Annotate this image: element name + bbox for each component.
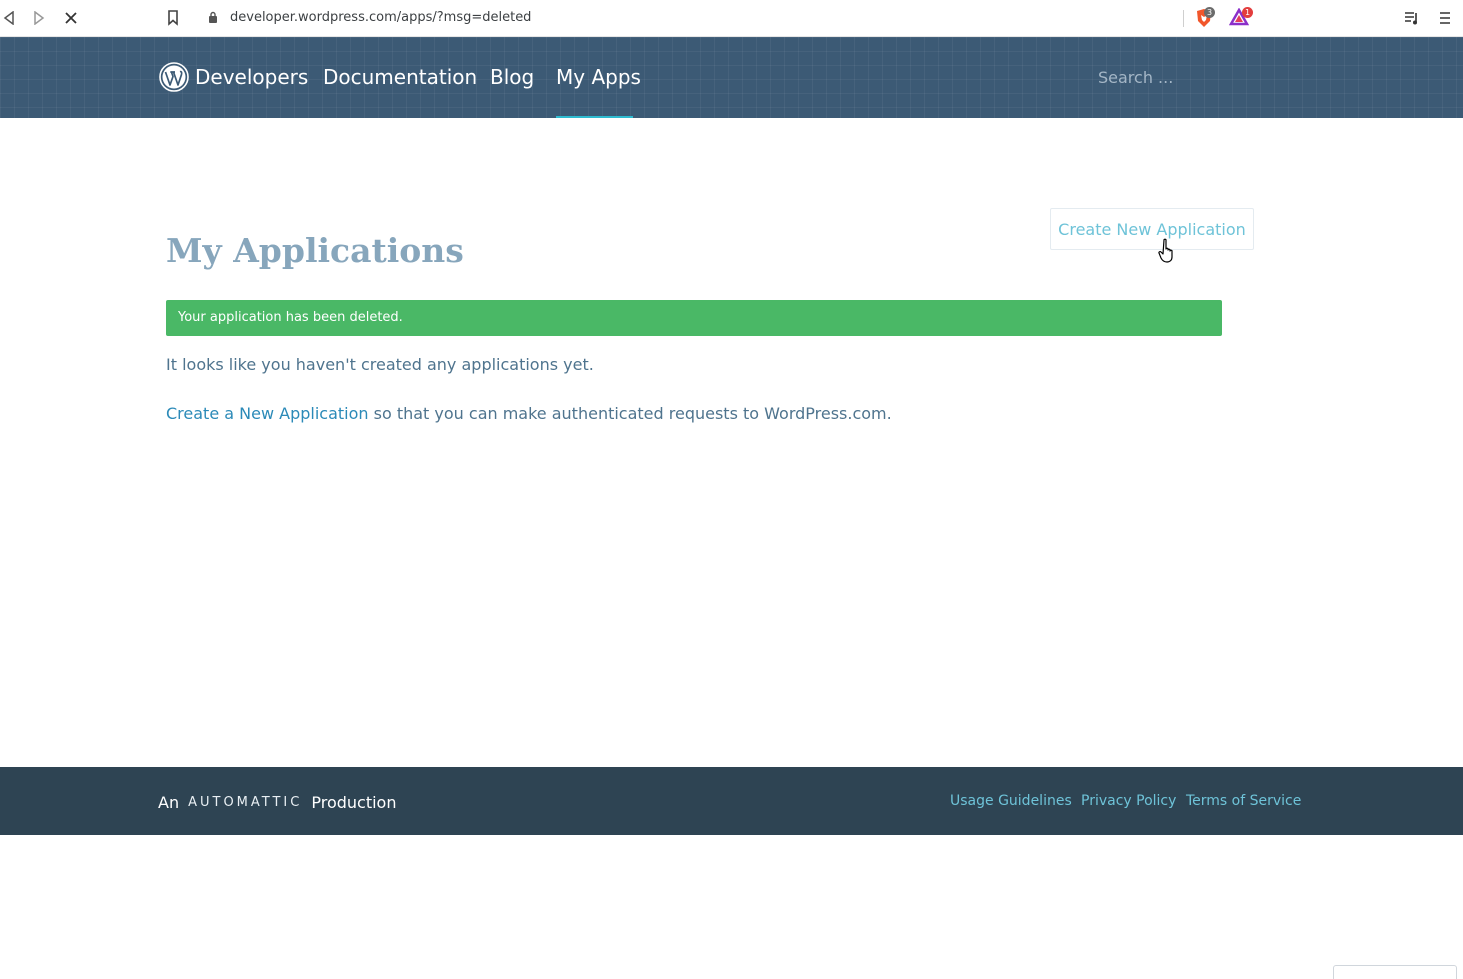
empty-state-message: It looks like you haven't created any ap…	[166, 355, 594, 374]
brave-shields-icon[interactable]: 3	[1195, 7, 1216, 28]
brave-rewards-badge: 1	[1242, 7, 1254, 18]
hand-cursor-icon	[1158, 238, 1176, 264]
footer-link-privacy-policy[interactable]: Privacy Policy	[1081, 793, 1176, 809]
nav-documentation[interactable]: Documentation	[323, 65, 477, 89]
footer-credit: An AUTOMATTIC Production	[158, 793, 396, 812]
automattic-wordmark[interactable]: AUTOMATTIC	[188, 795, 302, 810]
search-input[interactable]	[1098, 65, 1298, 89]
cta-text: so that you can make authenticated reque…	[368, 404, 892, 423]
brave-shields-badge: 3	[1204, 7, 1216, 18]
playlist-icon[interactable]	[1404, 10, 1420, 26]
page-title: My Applications	[166, 231, 464, 270]
toolbar-divider	[1183, 10, 1184, 27]
footer-link-terms-of-service[interactable]: Terms of Service	[1186, 793, 1301, 809]
nav-my-apps[interactable]: My Apps	[556, 65, 641, 89]
cta-sentence: Create a New Application so that you can…	[166, 404, 892, 423]
footer-suffix: Production	[311, 793, 397, 812]
forward-icon[interactable]	[30, 9, 48, 27]
create-new-application-button[interactable]: Create New Application	[1050, 208, 1254, 250]
site-title[interactable]: Developers	[195, 65, 308, 89]
corner-widget[interactable]	[1333, 965, 1457, 979]
lock-icon[interactable]	[208, 11, 218, 24]
browser-menu-icon[interactable]	[1439, 10, 1451, 26]
footer-prefix: An	[158, 793, 180, 812]
brave-rewards-icon[interactable]: 1	[1228, 7, 1254, 28]
bookmark-icon[interactable]	[167, 10, 179, 26]
success-notice: Your application has been deleted.	[166, 300, 1222, 336]
create-application-link[interactable]: Create a New Application	[166, 404, 369, 423]
back-icon[interactable]	[0, 9, 18, 27]
stop-loading-icon[interactable]	[62, 9, 80, 27]
address-bar[interactable]: developer.wordpress.com/apps/?msg=delete…	[230, 10, 531, 25]
nav-active-indicator	[556, 116, 633, 118]
site-header: Developers Documentation Blog My Apps	[0, 37, 1463, 118]
nav-blog[interactable]: Blog	[490, 65, 534, 89]
site-footer: An AUTOMATTIC Production Usage Guideline…	[0, 767, 1463, 835]
footer-link-usage-guidelines[interactable]: Usage Guidelines	[950, 793, 1072, 809]
browser-toolbar: developer.wordpress.com/apps/?msg=delete…	[0, 0, 1463, 37]
wordpress-logo-icon[interactable]	[159, 62, 189, 92]
